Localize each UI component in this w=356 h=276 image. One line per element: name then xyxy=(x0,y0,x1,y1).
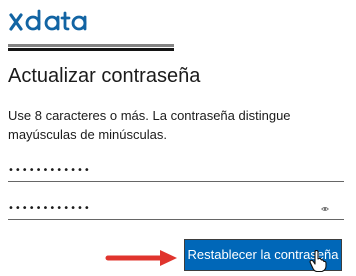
masked-account-email xyxy=(8,44,174,52)
confirm-password-field-container xyxy=(8,198,344,220)
hand-pointer-icon xyxy=(309,250,327,272)
new-password-field-container xyxy=(8,160,344,182)
arrow-right-icon xyxy=(105,250,177,266)
confirm-password-input[interactable] xyxy=(8,198,308,219)
masked-band xyxy=(8,44,174,47)
new-password-input[interactable] xyxy=(8,160,308,181)
password-rules-text: Use 8 caracteres o más. La contraseña di… xyxy=(8,108,291,142)
masked-line xyxy=(8,48,174,51)
eye-icon[interactable] xyxy=(321,205,329,213)
page-title: Actualizar contraseña xyxy=(8,65,201,87)
reset-password-page: xdata Actualizar contraseña Use 8 caract… xyxy=(0,0,356,276)
xdata-logo: xdata xyxy=(9,9,87,31)
